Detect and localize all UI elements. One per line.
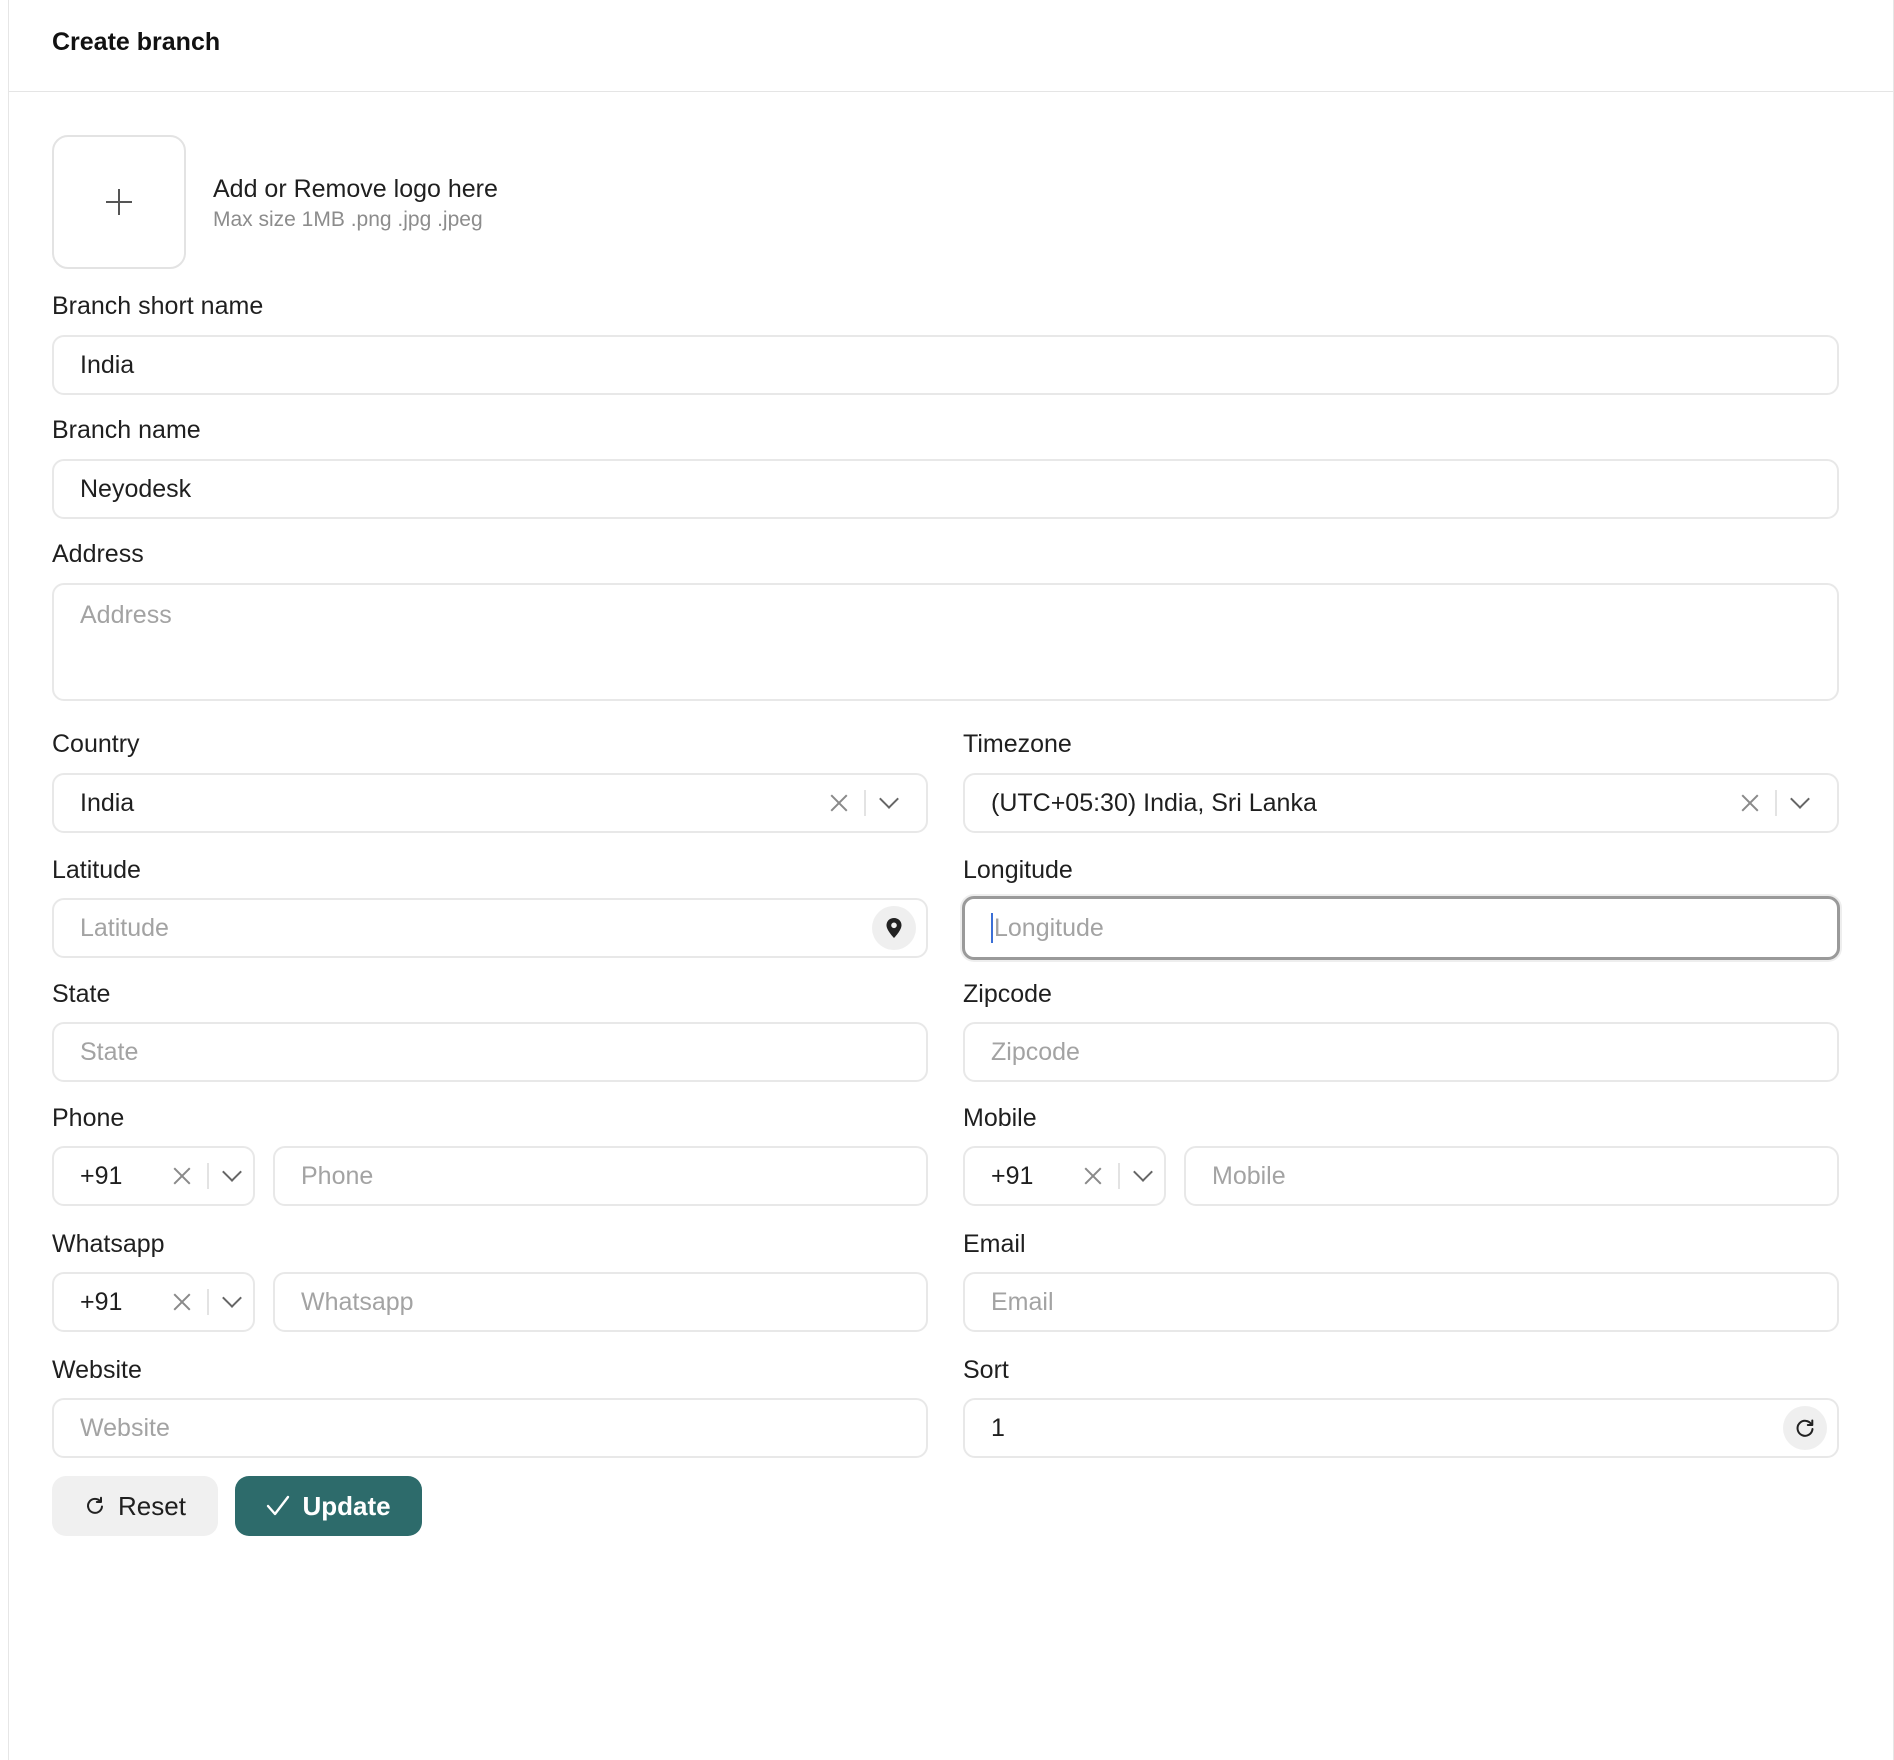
email-input[interactable]: Email [963,1272,1839,1332]
select-separator [1775,790,1777,816]
timezone-label: Timezone [963,730,1072,758]
mobile-code-value: +91 [991,1161,1034,1190]
latitude-input[interactable]: Latitude [52,898,928,958]
clear-icon[interactable] [171,1165,193,1187]
update-button[interactable]: Update [235,1476,422,1536]
check-icon [267,1495,290,1516]
logo-upload-button[interactable] [52,135,186,269]
refresh-button[interactable] [1783,1406,1827,1450]
clear-icon[interactable] [1739,792,1761,814]
select-separator [207,1163,209,1189]
branch-name-value: Neyodesk [80,474,192,503]
phone-placeholder: Phone [301,1161,374,1190]
phone-label: Phone [52,1104,125,1132]
timezone-value: (UTC+05:30) India, Sri Lanka [991,788,1317,817]
mobile-label: Mobile [963,1104,1037,1132]
mobile-input[interactable]: Mobile [1184,1146,1839,1206]
email-label: Email [963,1230,1026,1258]
reset-button[interactable]: Reset [52,1476,218,1536]
branch-short-name-input[interactable]: India [52,335,1839,395]
panel-header: Create branch [9,0,1893,92]
select-separator [207,1289,209,1315]
page-title: Create branch [52,28,221,56]
timezone-select[interactable]: (UTC+05:30) India, Sri Lanka [963,773,1839,833]
zipcode-placeholder: Zipcode [991,1037,1080,1066]
reset-icon [87,1496,104,1514]
sort-value: 1 [991,1413,1005,1442]
plus-icon [106,189,132,215]
country-value: India [80,788,135,817]
email-placeholder: Email [991,1287,1054,1316]
chevron-down-icon[interactable] [1790,789,1810,809]
location-pin-button[interactable] [872,906,916,950]
branch-short-name-label: Branch short name [52,292,264,320]
address-placeholder: Address [80,601,172,629]
refresh-icon [1796,1419,1814,1437]
latitude-label: Latitude [52,856,141,884]
chevron-down-icon[interactable] [222,1162,242,1182]
latitude-placeholder: Latitude [80,913,169,942]
country-label: Country [52,730,140,758]
whatsapp-code-select[interactable]: +91 [52,1272,255,1332]
longitude-label: Longitude [963,856,1073,884]
mobile-placeholder: Mobile [1212,1161,1286,1190]
zipcode-label: Zipcode [963,980,1052,1008]
logo-title: Add or Remove logo here [213,175,498,203]
location-pin-icon [886,918,902,938]
chevron-down-icon[interactable] [222,1288,242,1308]
chevron-down-icon[interactable] [1133,1162,1153,1182]
update-label: Update [302,1490,391,1521]
clear-icon[interactable] [171,1291,193,1313]
sort-input[interactable]: 1 [963,1398,1839,1458]
address-label: Address [52,540,144,568]
phone-code-select[interactable]: +91 [52,1146,255,1206]
country-select[interactable]: India [52,773,928,833]
branch-name-label: Branch name [52,416,201,444]
chevron-down-icon[interactable] [879,789,899,809]
state-placeholder: State [80,1037,139,1066]
state-input[interactable]: State [52,1022,928,1082]
logo-hint: Max size 1MB .png .jpg .jpeg [213,208,483,231]
clear-icon[interactable] [1082,1165,1104,1187]
zipcode-input[interactable]: Zipcode [963,1022,1839,1082]
clear-icon[interactable] [828,792,850,814]
whatsapp-input[interactable]: Whatsapp [273,1272,928,1332]
whatsapp-label: Whatsapp [52,1230,165,1258]
website-input[interactable]: Website [52,1398,928,1458]
mobile-code-select[interactable]: +91 [963,1146,1166,1206]
address-textarea[interactable]: Address [52,583,1839,701]
website-placeholder: Website [80,1413,170,1442]
longitude-input[interactable]: Longitude [962,896,1840,960]
website-label: Website [52,1356,142,1384]
select-separator [864,790,866,816]
phone-input[interactable]: Phone [273,1146,928,1206]
sort-label: Sort [963,1356,1009,1384]
reset-label: Reset [118,1490,186,1521]
whatsapp-placeholder: Whatsapp [301,1287,414,1316]
text-cursor [991,913,993,943]
phone-code-value: +91 [80,1161,123,1190]
state-label: State [52,980,111,1008]
select-separator [1118,1163,1120,1189]
branch-name-input[interactable]: Neyodesk [52,459,1839,519]
longitude-placeholder: Longitude [994,913,1104,942]
whatsapp-code-value: +91 [80,1287,123,1316]
branch-short-name-value: India [80,350,135,379]
